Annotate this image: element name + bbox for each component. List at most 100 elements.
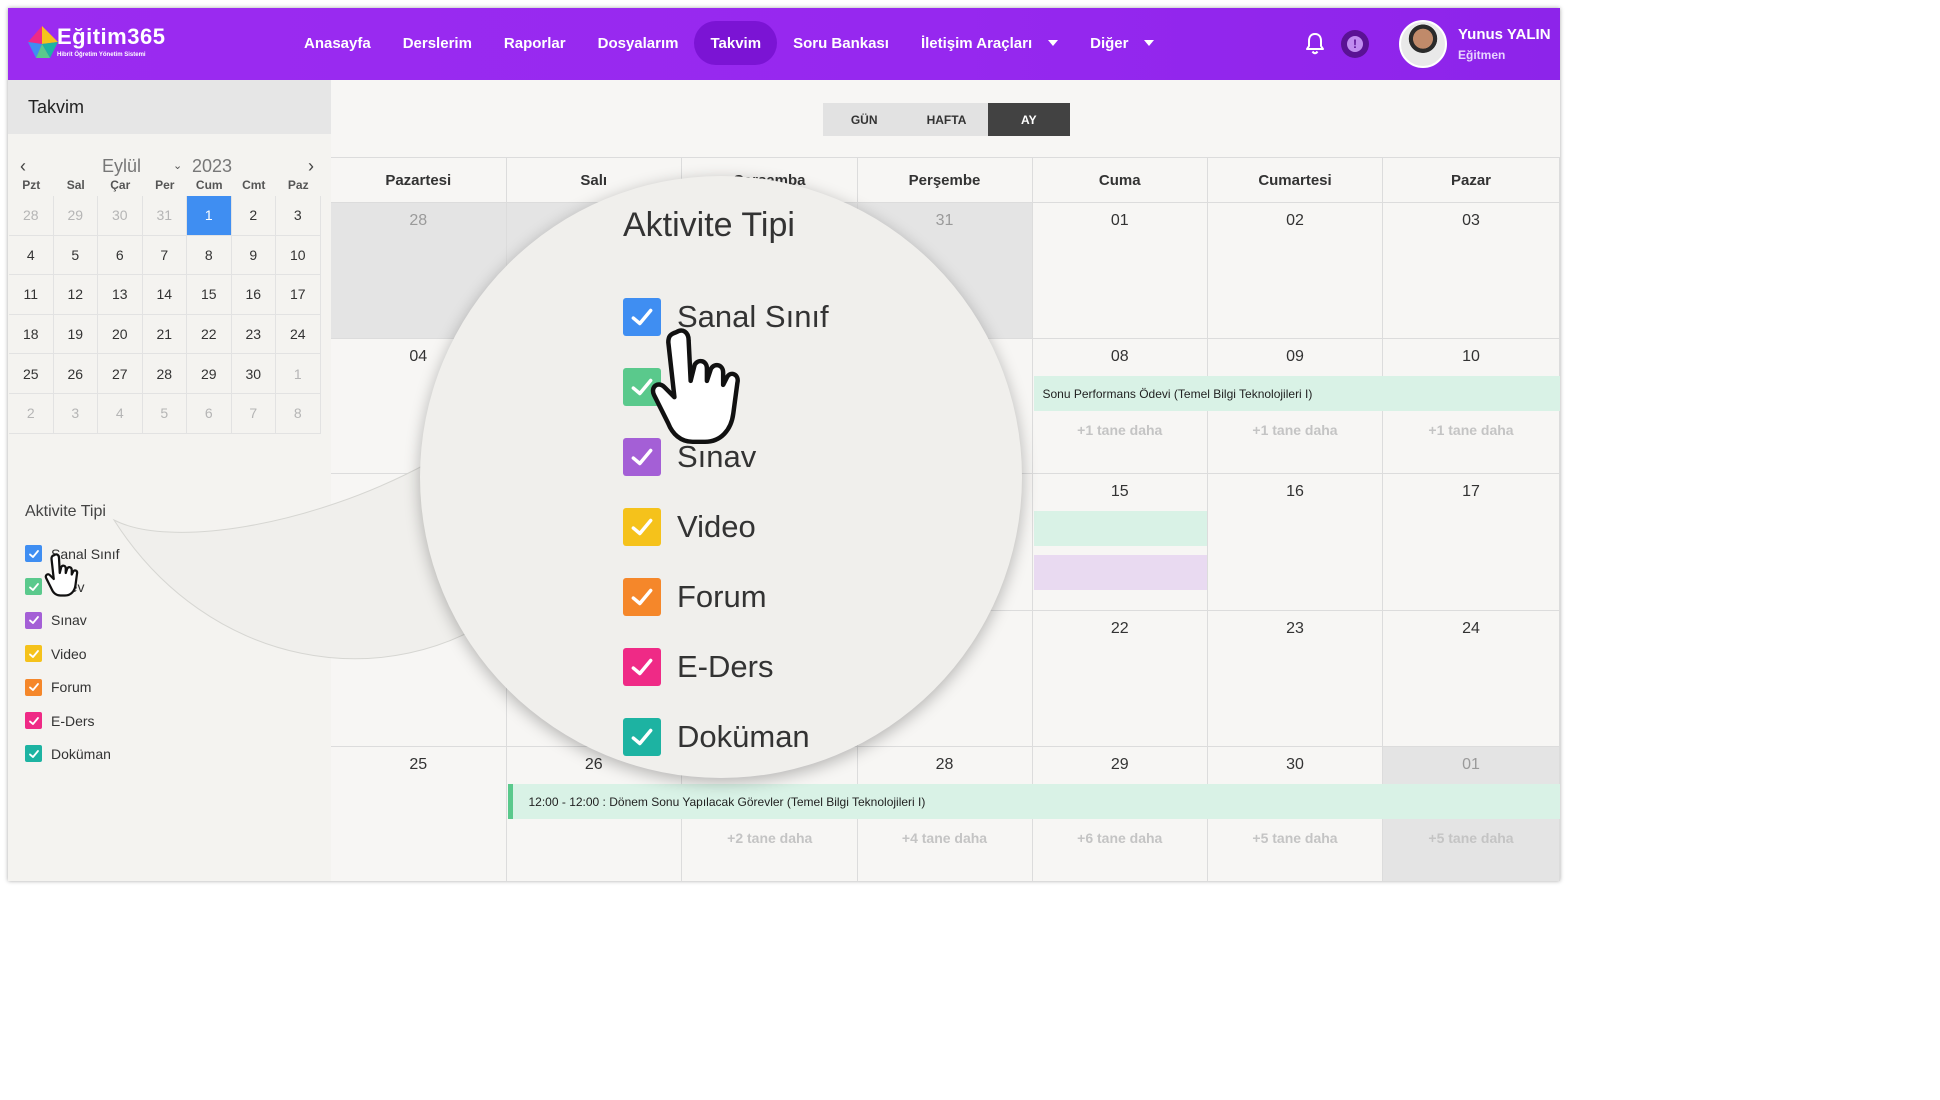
mini-calendar-day[interactable]: 5: [53, 235, 98, 276]
mini-calendar-day[interactable]: 24: [276, 314, 321, 355]
mini-calendar-day[interactable]: 2: [231, 196, 276, 236]
activity-filter-5[interactable]: E-Ders: [25, 712, 95, 729]
mini-calendar-day[interactable]: 20: [98, 314, 143, 355]
activity-filter-3[interactable]: Video: [25, 645, 87, 663]
checkbox[interactable]: [25, 712, 42, 729]
mini-calendar-day[interactable]: 11: [9, 275, 54, 315]
nav-item-3[interactable]: Dosyalarım: [582, 21, 695, 65]
mini-calendar-day[interactable]: 21: [142, 314, 187, 355]
view-0-button[interactable]: GÜN: [823, 103, 906, 136]
weekday-label: Pzt: [22, 178, 41, 192]
calendar-event[interactable]: 12:00 - 12:00 : Dönem Sonu Yapılacak Gör…: [507, 784, 1560, 819]
mini-calendar-day[interactable]: 4: [9, 235, 54, 276]
more-events-link[interactable]: +2 tane daha: [682, 830, 858, 846]
more-events-link[interactable]: +1 tane daha: [1033, 422, 1208, 438]
user-name[interactable]: Yunus YALIN: [1458, 26, 1551, 43]
nav-item-4[interactable]: Takvim: [694, 21, 778, 65]
calendar-event[interactable]: Sonu Performans Ödevi (Temel Bilgi Tekno…: [1033, 376, 1560, 411]
mini-calendar-day[interactable]: 16: [231, 275, 276, 315]
more-events-link[interactable]: +5 tane daha: [1383, 830, 1559, 846]
mini-calendar-day[interactable]: 1: [187, 196, 232, 236]
activity-filter-2[interactable]: Sınav: [25, 611, 87, 629]
day-number: 01: [1110, 212, 1129, 229]
nav-item-2[interactable]: Raporlar: [488, 21, 582, 65]
mini-calendar-day[interactable]: 3: [276, 196, 321, 236]
more-events-link[interactable]: +1 tane daha: [1383, 422, 1559, 438]
more-events-link[interactable]: +1 tane daha: [1208, 422, 1382, 438]
mini-calendar-day[interactable]: 1: [276, 354, 321, 394]
mini-calendar-day[interactable]: 7: [231, 393, 276, 434]
calendar-day[interactable]: 02: [1208, 203, 1383, 339]
mini-calendar-day[interactable]: 22: [187, 314, 232, 355]
more-events-link[interactable]: +6 tane daha: [1033, 830, 1208, 846]
bell-icon[interactable]: [1304, 32, 1326, 56]
mini-calendar-day[interactable]: 27: [98, 354, 143, 394]
nav-item-7[interactable]: Diğer: [1074, 21, 1170, 65]
activity-filter-4[interactable]: Forum: [25, 678, 91, 696]
mini-calendar-day[interactable]: 5: [142, 393, 187, 434]
calendar-day[interactable]: 01: [1032, 203, 1208, 339]
mini-calendar-day[interactable]: 30: [231, 354, 276, 394]
mini-calendar-day[interactable]: 4: [98, 393, 143, 434]
mini-calendar-day[interactable]: 30: [98, 196, 143, 236]
mini-calendar-day[interactable]: 14: [142, 275, 187, 315]
mini-calendar-day[interactable]: 13: [98, 275, 143, 315]
calendar-day[interactable]: 22: [1032, 611, 1208, 747]
calendar-day[interactable]: 24: [1383, 611, 1560, 747]
more-events-link[interactable]: +5 tane daha: [1208, 830, 1382, 846]
mini-calendar-day[interactable]: 25: [9, 354, 54, 394]
mini-calendar-day[interactable]: 26: [53, 354, 98, 394]
mini-calendar-day[interactable]: 18: [9, 314, 54, 355]
avatar[interactable]: [1399, 20, 1447, 68]
mini-calendar-day[interactable]: 6: [187, 393, 232, 434]
calendar-day[interactable]: 17: [1383, 474, 1560, 611]
prev-month-chevron-icon[interactable]: ‹: [20, 156, 26, 177]
checkbox[interactable]: [25, 745, 42, 763]
more-events-link[interactable]: +4 tane daha: [858, 830, 1032, 846]
activity-filter-label: Video: [51, 645, 87, 662]
mini-calendar-day[interactable]: 19: [53, 314, 98, 355]
mini-calendar-day[interactable]: 15: [187, 275, 232, 315]
mini-calendar-day[interactable]: 8: [276, 393, 321, 434]
mini-calendar-day[interactable]: 12: [53, 275, 98, 315]
next-month-chevron-icon[interactable]: ›: [308, 156, 314, 177]
mini-calendar-day[interactable]: 28: [142, 354, 187, 394]
mini-calendar-day[interactable]: 2: [9, 393, 54, 434]
mini-calendar-day[interactable]: 28: [9, 196, 54, 236]
weekday-label: Paz: [287, 178, 309, 192]
mini-calendar-day[interactable]: 9: [231, 235, 276, 276]
calendar-day[interactable]: 25: [331, 747, 507, 881]
mini-calendar-day[interactable]: 8: [187, 235, 232, 276]
mini-calendar-day[interactable]: 23: [231, 314, 276, 355]
mini-calendar-day[interactable]: 29: [53, 196, 98, 236]
activity-filter-6[interactable]: Doküman: [25, 745, 111, 763]
nav-item-5[interactable]: Soru Bankası: [777, 21, 905, 65]
alert-icon[interactable]: !: [1341, 30, 1369, 58]
checkbox[interactable]: [25, 611, 42, 629]
calendar-event[interactable]: [1033, 555, 1207, 590]
view-2-button[interactable]: AY: [987, 103, 1070, 136]
mini-calendar-day[interactable]: 3: [53, 393, 98, 434]
checkbox[interactable]: [25, 578, 42, 596]
mini-calendar-day[interactable]: 6: [98, 235, 143, 276]
nav-item-0[interactable]: Anasayfa: [288, 21, 387, 65]
checkbox[interactable]: [25, 678, 42, 696]
nav-item-1[interactable]: Derslerim: [387, 21, 488, 65]
calendar-day[interactable]: 16: [1208, 474, 1383, 611]
checkbox[interactable]: [25, 645, 42, 663]
mini-calendar-day[interactable]: 7: [142, 235, 187, 276]
month-select[interactable]: Eylül: [102, 156, 141, 177]
mini-calendar-day[interactable]: 10: [276, 235, 321, 276]
mini-calendar-day[interactable]: 31: [142, 196, 187, 236]
mini-calendar-day[interactable]: 17: [276, 275, 321, 315]
calendar-day[interactable]: 03: [1383, 203, 1560, 339]
calendar-event[interactable]: [1033, 511, 1207, 546]
year-select[interactable]: 2023: [192, 156, 232, 177]
chevron-down-icon[interactable]: ⌄: [173, 159, 182, 172]
day-number: 16: [1286, 483, 1304, 500]
calendar-day[interactable]: 23: [1208, 611, 1383, 747]
view-1-button[interactable]: HAFTA: [905, 103, 988, 136]
nav-item-6[interactable]: İletişim Araçları: [905, 21, 1074, 65]
checkbox[interactable]: [25, 545, 42, 562]
mini-calendar-day[interactable]: 29: [187, 354, 232, 394]
